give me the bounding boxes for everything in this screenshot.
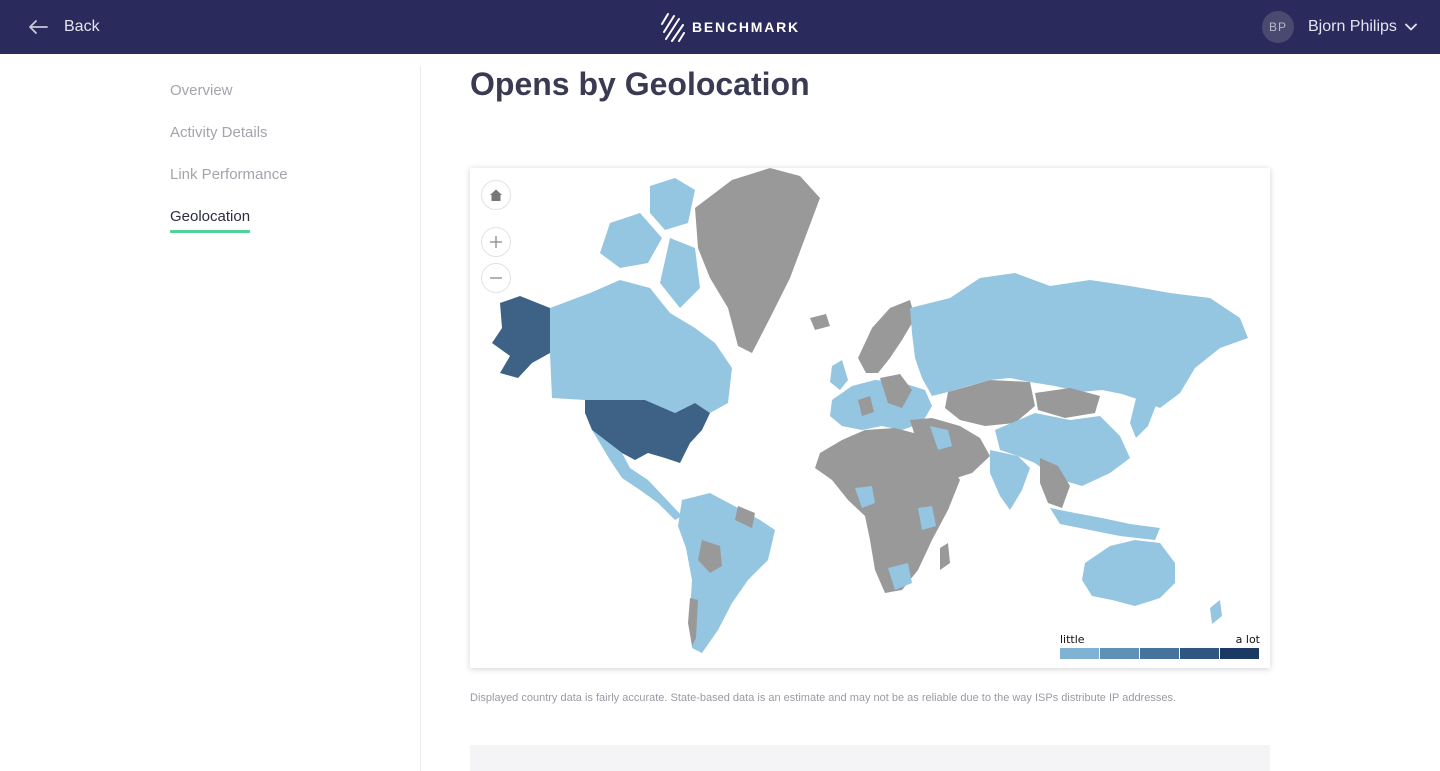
sidebar-item-link-performance[interactable]: Link Performance (170, 166, 288, 183)
brand-name: BENCHMARK (692, 19, 800, 35)
arrow-left-icon (29, 20, 48, 34)
region-usa (585, 400, 710, 463)
region-scandinavia (858, 300, 915, 373)
region-greenland (695, 168, 820, 353)
page-title: Opens by Geolocation (470, 66, 810, 102)
world-map[interactable] (470, 168, 1270, 668)
region-india (990, 450, 1030, 510)
user-menu[interactable]: BP Bjorn Philips (1262, 11, 1417, 43)
region-mongolia (1035, 388, 1100, 418)
sidebar-item-overview[interactable]: Overview (170, 82, 233, 99)
sidebar-item-geolocation[interactable]: Geolocation (170, 208, 250, 225)
legend-swatch (1220, 648, 1259, 659)
avatar: BP (1262, 11, 1294, 43)
region-madagascar (940, 543, 950, 570)
bottom-panel (470, 745, 1270, 771)
back-button[interactable]: Back (28, 16, 100, 38)
legend-swatch (1180, 648, 1219, 659)
user-name: Bjorn Philips (1308, 18, 1397, 35)
legend-low-label: little (1060, 633, 1085, 646)
legend-swatch (1060, 648, 1099, 659)
home-icon (490, 189, 502, 201)
sidebar-item-activity-details[interactable]: Activity Details (170, 124, 268, 141)
region-russia (910, 273, 1248, 408)
chevron-down-icon (1405, 23, 1417, 31)
back-label: Back (64, 18, 100, 35)
legend-swatch (1140, 648, 1179, 659)
benchmark-logo-icon (661, 13, 685, 42)
region-new-zealand (1210, 600, 1222, 624)
region-australia (1082, 540, 1175, 606)
legend-high-label: a lot (1235, 633, 1260, 646)
zoom-out-icon (490, 277, 502, 279)
map-disclaimer: Displayed country data is fairly accurat… (470, 692, 1177, 704)
active-tab-indicator (170, 230, 250, 233)
brand-logo: BENCHMARK (660, 12, 800, 42)
top-bar: Back BENCHMARK BP Bjorn Philips (0, 0, 1440, 54)
region-indonesia (1050, 508, 1160, 540)
legend-swatch (1100, 648, 1139, 659)
region-canada (550, 280, 732, 413)
legend-color-scale (1060, 648, 1260, 659)
region-alaska (492, 296, 550, 378)
region-uk (830, 360, 848, 390)
map-zoom-in-button[interactable] (481, 227, 511, 257)
map-zoom-out-button[interactable] (481, 263, 511, 293)
region-iceland (810, 314, 830, 330)
zoom-in-icon (490, 236, 502, 248)
map-home-button[interactable] (481, 180, 511, 210)
region-africa (815, 428, 960, 593)
geolocation-map[interactable]: little a lot (470, 168, 1270, 668)
sidebar-divider (420, 66, 421, 771)
